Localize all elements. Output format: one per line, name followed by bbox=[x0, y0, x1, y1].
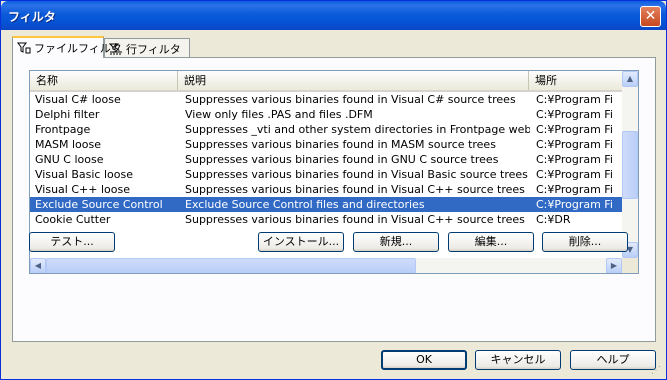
item-description: Suppresses various binaries found in GNU… bbox=[185, 153, 499, 166]
item-name: Cookie Cutter bbox=[35, 213, 111, 226]
column-header-description[interactable]: 説明 bbox=[178, 71, 529, 90]
delete-button[interactable]: 削除... bbox=[542, 232, 628, 252]
filter-dialog: フィルタ ✕ ファイルフィルタ 行フィルタ 名称 説明 場所 Visual C#… bbox=[0, 0, 667, 380]
item-name: Visual C++ loose bbox=[35, 183, 130, 196]
scroll-right-button[interactable]: ▶ bbox=[606, 258, 622, 273]
item-name: Visual C# loose bbox=[35, 93, 121, 106]
tab-file-filter-label: ファイルフィルタ bbox=[34, 42, 122, 55]
ok-button[interactable]: OK bbox=[381, 350, 467, 370]
item-name: Exclude Source Control bbox=[35, 198, 163, 211]
horizontal-scroll-thumb[interactable] bbox=[46, 258, 416, 273]
item-location: C:¥Program Fi bbox=[536, 153, 613, 166]
item-location: C:¥Program Fi bbox=[536, 123, 613, 136]
item-location: C:¥Program Fi bbox=[536, 168, 613, 181]
help-button[interactable]: ヘルプ bbox=[570, 350, 656, 370]
column-header-location[interactable]: 場所 bbox=[529, 71, 622, 90]
item-location: C:¥Program Fi bbox=[536, 93, 613, 106]
column-header-name[interactable]: 名称 bbox=[30, 71, 178, 90]
item-name: GNU C loose bbox=[35, 153, 104, 166]
scroll-up-button[interactable]: ▲ bbox=[622, 71, 638, 87]
list-item[interactable]: Frontpage Suppresses _vti and other syste… bbox=[30, 122, 622, 137]
list-header: 名称 説明 場所 bbox=[30, 71, 622, 92]
item-name: MASM loose bbox=[35, 138, 101, 151]
list-item[interactable]: Cookie Cutter Suppresses various binaries… bbox=[30, 212, 622, 227]
tab-file-filter[interactable]: ファイルフィルタ bbox=[12, 36, 122, 58]
item-name: Visual Basic loose bbox=[35, 168, 133, 181]
item-description: Exclude Source Control files and directo… bbox=[185, 198, 425, 211]
item-location: C:¥DR bbox=[536, 213, 571, 226]
list-item[interactable]: GNU C loose Suppresses various binaries f… bbox=[30, 152, 622, 167]
item-description: Suppresses various binaries found in Vis… bbox=[185, 213, 525, 226]
item-location: C:¥Program Fi bbox=[536, 198, 613, 211]
list-item[interactable]: Exclude Source Control Exclude Source Con… bbox=[30, 197, 622, 212]
item-name: Delphi filter bbox=[35, 108, 100, 121]
item-location: C:¥Program Fi bbox=[536, 183, 613, 196]
new-button[interactable]: 新規... bbox=[353, 232, 439, 252]
item-description: View only files .PAS and files .DFM bbox=[185, 108, 373, 121]
item-description: Suppresses various binaries found in Vis… bbox=[185, 93, 516, 106]
cancel-button[interactable]: キャンセル bbox=[475, 350, 561, 370]
item-description: Suppresses various binaries found in Vis… bbox=[185, 183, 525, 196]
item-description: Suppresses _vti and other system directo… bbox=[185, 123, 530, 136]
tab-line-filter-label: 行フィルタ bbox=[126, 43, 181, 56]
item-location: C:¥Program Fi bbox=[536, 138, 613, 151]
install-button[interactable]: インストール... bbox=[258, 232, 344, 252]
scroll-corner bbox=[622, 258, 638, 273]
horizontal-scrollbar[interactable]: ◀ ▶ bbox=[30, 258, 622, 273]
test-button[interactable]: テスト... bbox=[29, 232, 115, 252]
item-name: Frontpage bbox=[35, 123, 91, 136]
item-description: Suppresses various binaries found in Vis… bbox=[185, 168, 528, 181]
close-button[interactable]: ✕ bbox=[640, 6, 661, 27]
vertical-scroll-thumb[interactable] bbox=[622, 131, 638, 199]
vertical-scrollbar[interactable]: ▲ ▼ bbox=[622, 71, 638, 258]
list-item[interactable]: Visual C++ loose Suppresses various binar… bbox=[30, 182, 622, 197]
item-description: Suppresses various binaries found in MAS… bbox=[185, 138, 496, 151]
edit-button[interactable]: 編集... bbox=[448, 232, 534, 252]
resize-grip-icon[interactable]: ⋰ bbox=[651, 365, 663, 377]
list-item[interactable]: Delphi filter View only files .PAS and fi… bbox=[30, 107, 622, 122]
list-item[interactable]: Visual C# loose Suppresses various binari… bbox=[30, 92, 622, 107]
item-location: C:¥Program Fi bbox=[536, 108, 613, 121]
title-bar[interactable]: フィルタ ✕ bbox=[1, 1, 666, 30]
window-title: フィルタ bbox=[8, 10, 56, 24]
scroll-left-button[interactable]: ◀ bbox=[30, 258, 46, 273]
tab-panel: 名称 説明 場所 Visual C# loose Suppresses vario… bbox=[12, 57, 656, 342]
filter-funnel-icon bbox=[17, 42, 31, 57]
list-item[interactable]: MASM loose Suppresses various binaries fo… bbox=[30, 137, 622, 152]
list-item[interactable]: Visual Basic loose Suppresses various bin… bbox=[30, 167, 622, 182]
